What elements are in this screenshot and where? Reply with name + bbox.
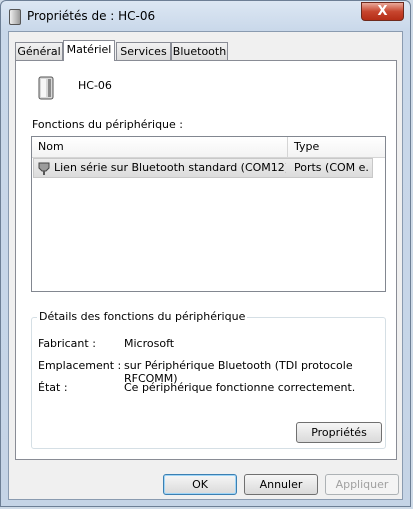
functions-label: Fonctions du périphérique : (32, 118, 183, 131)
properties-button[interactable]: Propriétés (296, 422, 382, 443)
column-header-type[interactable]: Type (288, 137, 386, 157)
manufacturer-label: Fabricant : (38, 337, 96, 350)
tab-services[interactable]: Services (116, 42, 171, 60)
tab-materiel[interactable]: Matériel (63, 40, 115, 61)
location-label: Emplacement : (38, 359, 122, 372)
cancel-button[interactable]: Annuler (244, 474, 318, 495)
dialog-body: Général Matériel Services Bluetooth HC-0… (8, 31, 403, 500)
device-name: HC-06 (78, 79, 112, 92)
list-item[interactable]: Lien série sur Bluetooth standard (COM12… (33, 158, 373, 178)
window-title: Propriétés de : HC-06 (27, 9, 156, 23)
row-name: Lien série sur Bluetooth standard (COM12… (54, 161, 286, 174)
manufacturer-value: Microsoft (124, 337, 175, 350)
column-header-nom[interactable]: Nom (32, 137, 288, 157)
device-functions-list[interactable]: Nom Type Lien série sur Bluetooth standa… (31, 136, 386, 292)
ok-button[interactable]: OK (163, 474, 237, 495)
tab-page-materiel: HC-06 Fonctions du périphérique : Nom Ty… (15, 60, 397, 460)
serial-port-icon (38, 162, 50, 175)
properties-window: Propriétés de : HC-06 X Général Matériel… (0, 0, 411, 507)
row-type: Ports (COM e... (294, 161, 370, 174)
status-value: Ce périphérique fonctionne correctement. (124, 381, 356, 394)
close-button[interactable]: X (361, 2, 404, 21)
title-bar[interactable]: Propriétés de : HC-06 X (1, 1, 410, 31)
list-header: Nom Type (32, 137, 385, 158)
tab-general[interactable]: Général (15, 42, 63, 60)
device-icon (9, 9, 21, 25)
bluetooth-device-icon (38, 76, 54, 100)
tab-bluetooth[interactable]: Bluetooth (171, 42, 228, 60)
apply-button[interactable]: Appliquer (325, 474, 399, 495)
status-label: État : (38, 381, 68, 394)
function-details-group: Détails des fonctions du périphérique Fa… (31, 310, 386, 449)
details-group-title: Détails des fonctions du périphérique (37, 310, 248, 323)
